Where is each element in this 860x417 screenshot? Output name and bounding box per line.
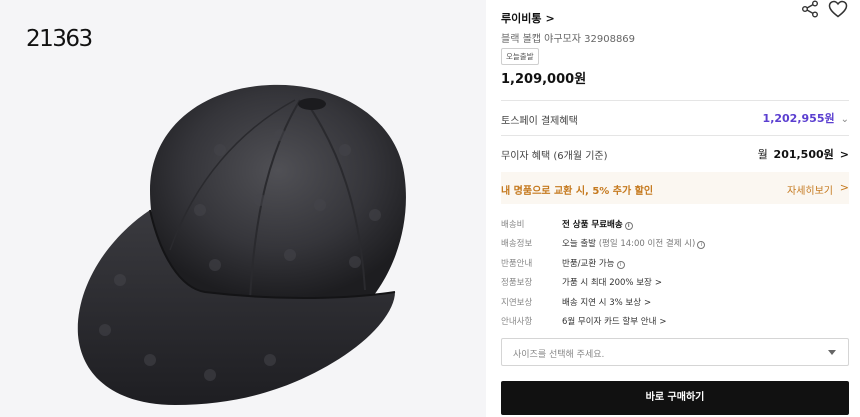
toss-benefit-value: 1,202,955원 ⌄ — [763, 110, 849, 126]
shipping-info-sub: (평일 14:00 이전 결제 시) — [598, 239, 696, 250]
notice-row[interactable]: 안내사항 6월 무이자 카드 할부 안내 > — [501, 315, 849, 334]
chevron-down-icon — [828, 350, 836, 355]
guarantee-value: 가품 시 최대 200% 보장 > — [562, 276, 662, 288]
info-icon[interactable]: i — [697, 241, 706, 250]
chevron-right-icon: > — [654, 278, 662, 289]
shipping-info-label: 배송정보 — [501, 239, 533, 250]
product-info-panel: 루이비통 > 블랙 볼캡 야구모자 32908869 오늘출발 1,209,000… — [501, 0, 849, 417]
today-shipping-badge: 오늘출발 — [501, 48, 539, 65]
delay-compensation-row[interactable]: 지연보상 배송 지연 시 3% 보상 > — [501, 296, 849, 315]
share-icon[interactable] — [801, 0, 819, 18]
delay-text: 배송 지연 시 3% 보상 — [562, 297, 642, 308]
shipping-fee-value: 전 상품 무료배송 i — [562, 218, 633, 230]
delay-value: 배송 지연 시 3% 보상 > — [562, 296, 651, 308]
toss-benefit-label: 토스페이 결제혜택 — [501, 116, 578, 127]
shipping-fee-label: 배송비 — [501, 220, 525, 230]
interest-free-value: 월 201,500원 > — [758, 146, 849, 162]
shipping-info-row: 배송정보 오늘 출발 (평일 14:00 이전 결제 시) i — [501, 237, 849, 256]
size-select[interactable]: 사이즈를 선택해 주세요. — [501, 338, 849, 366]
chevron-right-icon: > — [659, 316, 667, 327]
notice-label: 안내사항 — [501, 316, 533, 327]
brand-name: 루이비통 — [501, 12, 542, 25]
chevron-down-icon: ⌄ — [840, 114, 849, 125]
buy-now-button[interactable]: 바로 구매하기 — [501, 381, 849, 415]
chevron-right-icon: > — [839, 148, 849, 161]
interest-prefix: 월 — [757, 148, 768, 161]
info-icon[interactable]: i — [616, 260, 625, 269]
brand-link[interactable]: 루이비통 > — [501, 10, 555, 26]
return-text: 반품/교환 가능 — [562, 258, 615, 269]
guarantee-text: 가품 시 최대 200% 보장 — [562, 278, 652, 289]
product-image-panel[interactable]: 21363 — [0, 0, 486, 417]
shipping-fee-text: 전 상품 무료배송 — [562, 220, 623, 230]
divider — [501, 135, 849, 136]
monthly-price: 201,500원 — [773, 148, 834, 161]
return-info-row: 반품안내 반품/교환 가능 i — [501, 257, 849, 276]
return-value: 반품/교환 가능 i — [562, 257, 625, 269]
toss-price: 1,202,955원 — [762, 112, 835, 125]
chevron-right-icon: > — [545, 12, 555, 25]
return-label: 반품안내 — [501, 258, 533, 269]
info-icon[interactable]: i — [624, 222, 633, 230]
product-price: 1,209,000원 — [501, 72, 587, 87]
image-id-label: 21363 — [26, 26, 93, 52]
exchange-discount-banner[interactable]: 내 명품으로 교환 시, 5% 추가 할인 자세히보기 > — [501, 172, 849, 204]
guarantee-row[interactable]: 정품보장 가품 시 최대 200% 보장 > — [501, 276, 849, 295]
chevron-right-icon: > — [839, 181, 849, 194]
shipping-info-text: 오늘 출발 — [562, 239, 596, 250]
guarantee-label: 정품보장 — [501, 278, 533, 289]
product-image — [77, 84, 406, 405]
exchange-details-link[interactable]: 자세히보기 — [787, 182, 833, 197]
divider — [501, 100, 849, 101]
delay-label: 지연보상 — [501, 297, 533, 308]
exchange-discount-label: 내 명품으로 교환 시, 5% 추가 할인 — [501, 186, 654, 197]
notice-text: 6월 무이자 카드 할부 안내 — [562, 316, 657, 327]
shipping-fee-row: 배송비 전 상품 무료배송 i — [501, 218, 849, 237]
chevron-right-icon: > — [644, 297, 652, 308]
size-select-placeholder: 사이즈를 선택해 주세요. — [513, 350, 605, 360]
product-name: 블랙 볼캡 야구모자 32908869 — [501, 34, 636, 45]
shipping-info-table: 배송비 전 상품 무료배송 i 배송정보 오늘 출발 (평일 14:00 이전 결… — [501, 218, 849, 334]
shipping-info-value: 오늘 출발 (평일 14:00 이전 결제 시) i — [562, 237, 706, 250]
interest-free-label: 무이자 혜택 (6개월 기준) — [501, 151, 608, 162]
heart-icon[interactable] — [828, 0, 848, 18]
notice-value: 6월 무이자 카드 할부 안내 > — [562, 315, 667, 327]
